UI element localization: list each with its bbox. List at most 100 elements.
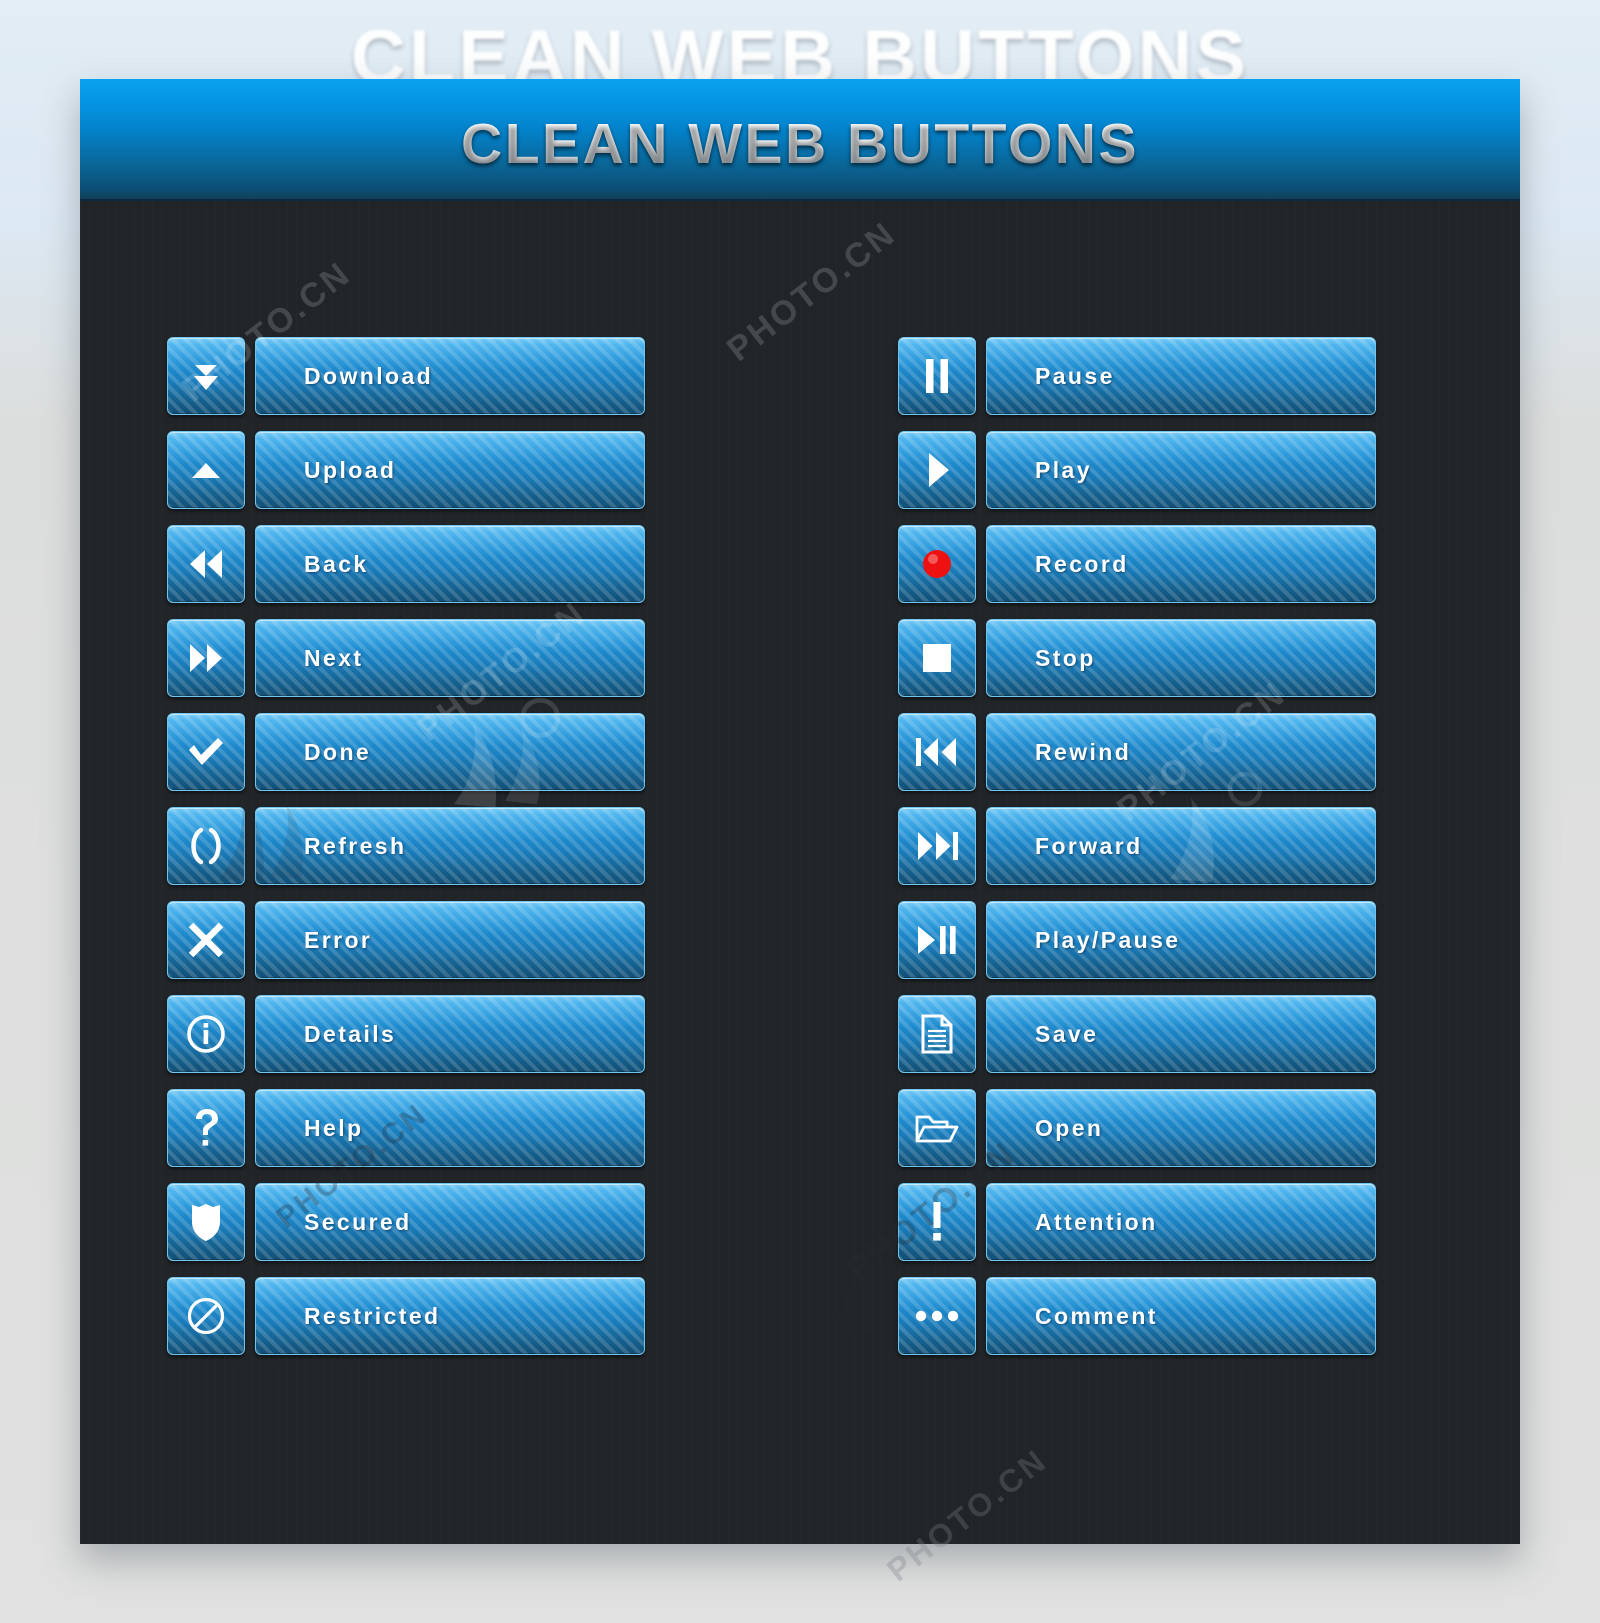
- play-icon: [922, 451, 952, 489]
- label-button-rewind[interactable]: Rewind: [986, 713, 1376, 791]
- icon-button-download[interactable]: [167, 337, 245, 415]
- upload-icon: [186, 450, 226, 490]
- button-row: Stop: [898, 619, 1376, 697]
- button-row: Save: [898, 995, 1376, 1073]
- button-label: Pause: [1035, 362, 1115, 389]
- icon-button-next[interactable]: [167, 619, 245, 697]
- next-icon: [185, 640, 227, 676]
- icon-button-open[interactable]: [898, 1089, 976, 1167]
- icon-button-pause[interactable]: [898, 337, 976, 415]
- exclamation-icon: [929, 1201, 945, 1243]
- icon-button-back[interactable]: [167, 525, 245, 603]
- button-label: Save: [1035, 1020, 1099, 1047]
- label-button-forward[interactable]: Forward: [986, 807, 1376, 885]
- button-label: Open: [1035, 1114, 1104, 1141]
- button-label: Help: [304, 1114, 364, 1141]
- button-label: Comment: [1035, 1302, 1158, 1329]
- button-row: Error: [167, 901, 645, 979]
- button-label: Error: [304, 926, 373, 953]
- label-button-stop[interactable]: Stop: [986, 619, 1376, 697]
- icon-button-comment[interactable]: [898, 1277, 976, 1355]
- label-button-open[interactable]: Open: [986, 1089, 1376, 1167]
- label-button-details[interactable]: Details: [255, 995, 645, 1073]
- button-row: Comment: [898, 1277, 1376, 1355]
- close-x-icon: [186, 920, 226, 960]
- icon-button-play-pause[interactable]: [898, 901, 976, 979]
- button-row: Open: [898, 1089, 1376, 1167]
- icon-button-error[interactable]: [167, 901, 245, 979]
- button-row: Next: [167, 619, 645, 697]
- icon-button-details[interactable]: [167, 995, 245, 1073]
- button-row: Attention: [898, 1183, 1376, 1261]
- button-label: Next: [304, 644, 364, 671]
- icon-button-done[interactable]: [167, 713, 245, 791]
- button-label: Forward: [1035, 832, 1143, 859]
- panel-header: CLEAN WEB BUTTONS CLEAN WEB BUTTONS: [80, 79, 1520, 201]
- button-row: Back: [167, 525, 645, 603]
- icon-button-help[interactable]: [167, 1089, 245, 1167]
- info-circle-icon: [185, 1013, 227, 1055]
- panel-title: CLEAN WEB BUTTONS: [80, 111, 1520, 177]
- button-row: Pause: [898, 337, 1376, 415]
- button-label: Download: [304, 362, 434, 389]
- label-button-attention[interactable]: Attention: [986, 1183, 1376, 1261]
- button-label: Back: [304, 550, 369, 577]
- document-icon: [921, 1014, 953, 1054]
- label-button-pause[interactable]: Pause: [986, 337, 1376, 415]
- button-row: Refresh: [167, 807, 645, 885]
- button-row: Done: [167, 713, 645, 791]
- label-button-download[interactable]: Download: [255, 337, 645, 415]
- icon-button-secured[interactable]: [167, 1183, 245, 1261]
- play-pause-icon: [915, 923, 959, 957]
- icon-button-record[interactable]: [898, 525, 976, 603]
- icon-button-forward[interactable]: [898, 807, 976, 885]
- button-row: Restricted: [167, 1277, 645, 1355]
- button-label: Restricted: [304, 1302, 441, 1329]
- icon-button-restricted[interactable]: [167, 1277, 245, 1355]
- label-button-comment[interactable]: Comment: [986, 1277, 1376, 1355]
- button-row: Play: [898, 431, 1376, 509]
- button-row: Download: [167, 337, 645, 415]
- label-button-record[interactable]: Record: [986, 525, 1376, 603]
- button-column-left: Download Upload Back Next Done Refresh E…: [167, 337, 645, 1371]
- label-button-save[interactable]: Save: [986, 995, 1376, 1073]
- button-label: Refresh: [304, 832, 407, 859]
- button-label: Attention: [1035, 1208, 1158, 1235]
- icon-button-refresh[interactable]: [167, 807, 245, 885]
- label-button-error[interactable]: Error: [255, 901, 645, 979]
- button-row: Rewind: [898, 713, 1376, 791]
- label-button-done[interactable]: Done: [255, 713, 645, 791]
- button-label: Done: [304, 738, 372, 765]
- icon-button-upload[interactable]: [167, 431, 245, 509]
- label-button-help[interactable]: Help: [255, 1089, 645, 1167]
- label-button-secured[interactable]: Secured: [255, 1183, 645, 1261]
- stop-square-icon: [921, 642, 953, 674]
- button-label: Record: [1035, 550, 1129, 577]
- button-label: Rewind: [1035, 738, 1132, 765]
- label-button-back[interactable]: Back: [255, 525, 645, 603]
- icon-button-play[interactable]: [898, 431, 976, 509]
- watermark-text: PHOTO.CN: [720, 214, 904, 369]
- icon-button-stop[interactable]: [898, 619, 976, 697]
- download-icon: [186, 356, 226, 396]
- buttons-showcase-panel: CLEAN WEB BUTTONS CLEAN WEB BUTTONS Down…: [80, 79, 1520, 1544]
- forward-icon: [914, 829, 960, 863]
- label-button-restricted[interactable]: Restricted: [255, 1277, 645, 1355]
- button-label: Play/Pause: [1035, 926, 1181, 953]
- prohibition-icon: [186, 1296, 226, 1336]
- icon-button-save[interactable]: [898, 995, 976, 1073]
- label-button-play[interactable]: Play: [986, 431, 1376, 509]
- label-button-next[interactable]: Next: [255, 619, 645, 697]
- icon-button-attention[interactable]: [898, 1183, 976, 1261]
- ellipsis-icon: [914, 1309, 960, 1323]
- label-button-play-pause[interactable]: Play/Pause: [986, 901, 1376, 979]
- label-button-refresh[interactable]: Refresh: [255, 807, 645, 885]
- folder-open-icon: [915, 1111, 959, 1145]
- icon-button-rewind[interactable]: [898, 713, 976, 791]
- label-button-upload[interactable]: Upload: [255, 431, 645, 509]
- button-label: Details: [304, 1020, 397, 1047]
- pause-icon: [922, 357, 952, 395]
- button-label: Stop: [1035, 644, 1096, 671]
- question-mark-icon: [191, 1107, 221, 1149]
- button-row: Secured: [167, 1183, 645, 1261]
